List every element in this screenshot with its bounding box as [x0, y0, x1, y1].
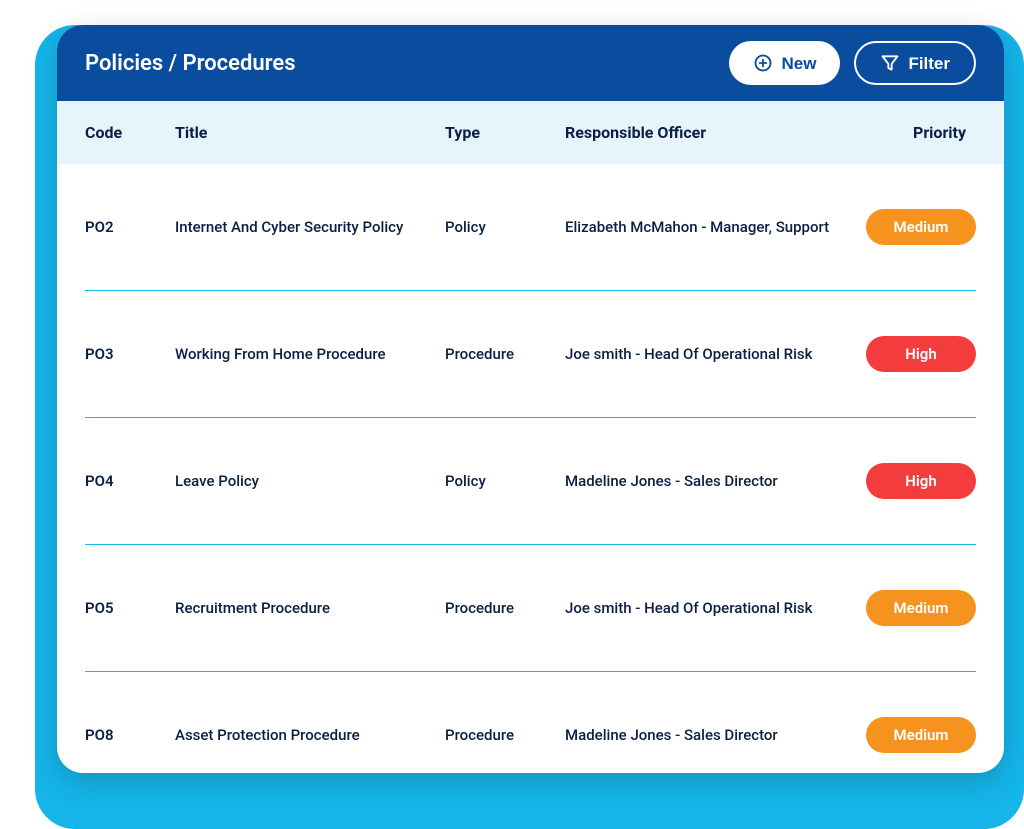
cell-type: Procedure: [445, 599, 565, 617]
table-row[interactable]: PO2 Internet And Cyber Security Policy P…: [85, 164, 976, 291]
priority-badge: Medium: [866, 209, 976, 245]
col-header-title: Title: [175, 123, 445, 142]
cell-code: PO2: [85, 218, 175, 236]
cell-code: PO3: [85, 345, 175, 363]
cell-officer: Elizabeth McMahon - Manager, Support: [565, 218, 865, 236]
cell-priority: Medium: [865, 717, 976, 753]
cell-title: Recruitment Procedure: [175, 599, 445, 617]
cell-title: Internet And Cyber Security Policy: [175, 218, 445, 236]
cell-priority: Medium: [865, 590, 976, 626]
table-row[interactable]: PO4 Leave Policy Policy Madeline Jones -…: [85, 418, 976, 545]
priority-badge: High: [866, 463, 976, 499]
new-button-label: New: [781, 55, 816, 72]
cell-title: Working From Home Procedure: [175, 345, 445, 363]
cell-priority: High: [865, 463, 976, 499]
filter-button[interactable]: Filter: [854, 41, 976, 85]
cell-title: Leave Policy: [175, 472, 445, 490]
policies-card: Policies / Procedures New: [57, 25, 1004, 773]
header-actions: New Filter: [729, 41, 976, 85]
cell-type: Procedure: [445, 726, 565, 744]
background-panel: Policies / Procedures New: [35, 25, 1024, 829]
table-row[interactable]: PO3 Working From Home Procedure Procedur…: [85, 291, 976, 418]
col-header-code: Code: [85, 123, 175, 142]
cell-type: Policy: [445, 218, 565, 236]
cell-code: PO8: [85, 726, 175, 744]
page-title: Policies / Procedures: [85, 51, 296, 76]
cell-type: Procedure: [445, 345, 565, 363]
priority-badge: Medium: [866, 717, 976, 753]
col-header-priority: Priority: [865, 123, 976, 142]
cell-title: Asset Protection Procedure: [175, 726, 445, 744]
cell-priority: High: [865, 336, 976, 372]
plus-circle-icon: [753, 53, 773, 73]
filter-button-label: Filter: [908, 55, 950, 72]
table-row[interactable]: PO5 Recruitment Procedure Procedure Joe …: [85, 545, 976, 672]
cell-officer: Madeline Jones - Sales Director: [565, 726, 865, 744]
col-header-type: Type: [445, 123, 565, 142]
cell-officer: Madeline Jones - Sales Director: [565, 472, 865, 490]
table-body: PO2 Internet And Cyber Security Policy P…: [57, 164, 1004, 773]
table-row[interactable]: PO8 Asset Protection Procedure Procedure…: [85, 672, 976, 773]
cell-code: PO5: [85, 599, 175, 617]
col-header-officer: Responsible Officer: [565, 123, 865, 142]
filter-icon: [880, 53, 900, 73]
cell-code: PO4: [85, 472, 175, 490]
priority-badge: High: [866, 336, 976, 372]
cell-priority: Medium: [865, 209, 976, 245]
cell-type: Policy: [445, 472, 565, 490]
new-button[interactable]: New: [729, 41, 840, 85]
card-header: Policies / Procedures New: [57, 25, 1004, 101]
priority-badge: Medium: [866, 590, 976, 626]
cell-officer: Joe smith - Head Of Operational Risk: [565, 345, 865, 363]
cell-officer: Joe smith - Head Of Operational Risk: [565, 599, 865, 617]
table-header: Code Title Type Responsible Officer Prio…: [57, 101, 1004, 164]
